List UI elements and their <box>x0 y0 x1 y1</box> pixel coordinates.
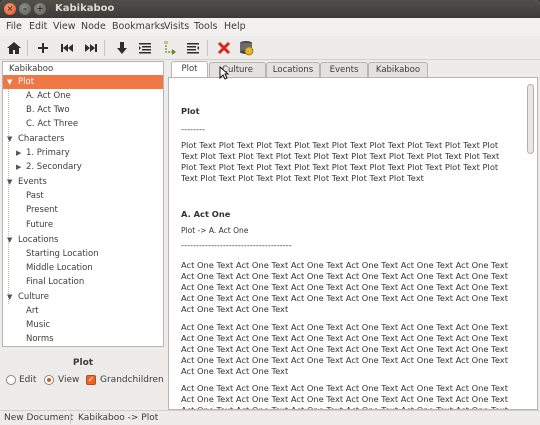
vertical-scrollbar[interactable] <box>527 84 534 404</box>
window-title: Kabikaboo <box>55 3 115 14</box>
doc-paragraph: Act One Text Act One Text Act One Text A… <box>181 383 508 410</box>
tab-events[interactable]: Events <box>320 62 368 78</box>
menu-edit[interactable]: Edit <box>29 21 47 32</box>
status-divider <box>70 413 71 424</box>
tree-item-music[interactable]: Music <box>3 318 163 332</box>
title-bar: × – + Kabikaboo <box>0 0 540 18</box>
current-node-label: Plot <box>72 358 94 368</box>
doc-path: Plot -> A. Act One <box>181 226 249 235</box>
view-radio-label[interactable]: View <box>58 374 79 386</box>
mouse-pointer-icon <box>219 65 230 83</box>
minimize-window-button[interactable]: – <box>19 3 31 15</box>
toolbar-separator <box>104 40 105 56</box>
expander-open-icon[interactable]: ▼ <box>7 290 12 304</box>
menu-visits[interactable]: Visits <box>164 21 189 32</box>
tree-item-act-three[interactable]: C. Act Three <box>3 117 163 131</box>
app-window: × – + Kabikaboo File Edit View Node Book… <box>0 0 540 425</box>
delete-icon[interactable] <box>214 39 234 57</box>
expander-open-icon[interactable]: ▼ <box>7 132 12 146</box>
expander-open-icon[interactable]: ▼ <box>7 233 12 247</box>
tree-item-final-location[interactable]: Final Location <box>3 275 163 289</box>
collapse-icon[interactable] <box>160 39 180 57</box>
add-icon[interactable] <box>33 39 53 57</box>
previous-icon[interactable] <box>57 39 77 57</box>
save-database-icon[interactable] <box>236 39 256 57</box>
tree-item-culture[interactable]: ▼ Culture <box>3 290 163 304</box>
doc-rule: ------------------------------------- <box>181 240 292 250</box>
menu-bar: File Edit View Node Bookmarks Visits Too… <box>0 18 540 36</box>
expander-closed-icon[interactable]: ▶ <box>16 160 21 174</box>
home-icon[interactable] <box>4 39 24 57</box>
tree-item-act-two[interactable]: B. Act Two <box>3 103 163 117</box>
doc-paragraph: Act One Text Act One Text Act One Text A… <box>181 322 508 376</box>
tree-item-root[interactable]: Kabikaboo <box>3 62 163 76</box>
tree-item-art[interactable]: Art <box>3 304 163 318</box>
outdent-icon[interactable] <box>183 39 203 57</box>
move-down-icon[interactable] <box>112 39 132 57</box>
tree-item-act-one[interactable]: A. Act One <box>3 89 163 103</box>
menu-tools[interactable]: Tools <box>194 21 217 32</box>
menu-help[interactable]: Help <box>224 21 246 32</box>
next-icon[interactable] <box>81 39 101 57</box>
tree-item-characters[interactable]: ▼ Characters <box>3 132 163 146</box>
status-document: New Document <box>4 413 74 423</box>
expander-open-icon[interactable]: ▼ <box>7 175 12 189</box>
menu-file[interactable]: File <box>6 21 22 32</box>
menu-bookmarks[interactable]: Bookmarks <box>112 21 165 32</box>
tree-item-present[interactable]: Present <box>3 203 163 217</box>
menu-view[interactable]: View <box>53 21 76 32</box>
edit-radio-label[interactable]: Edit <box>19 374 36 386</box>
grandchildren-checkbox[interactable]: ✓ <box>86 375 96 385</box>
status-bar: New Document Kabikaboo -> Plot <box>0 410 540 425</box>
scrollbar-thumb[interactable] <box>527 84 534 154</box>
node-options-panel: Plot Edit View ✓ Grandchildren <box>2 350 164 410</box>
tree-item-primary[interactable]: ▶ 1. Primary <box>3 146 163 160</box>
tree-item-plot[interactable]: ▼ Plot <box>3 75 163 89</box>
node-tree[interactable]: Kabikaboo ▼ Plot A. Act One B. Act Two C… <box>2 61 164 347</box>
tree-item-starting-location[interactable]: Starting Location <box>3 247 163 261</box>
tab-locations[interactable]: Locations <box>266 62 320 78</box>
tree-item-events[interactable]: ▼ Events <box>3 175 163 189</box>
tree-item-middle-location[interactable]: Middle Location <box>3 261 163 275</box>
maximize-window-button[interactable]: + <box>34 3 46 15</box>
grandchildren-label[interactable]: Grandchildren <box>100 374 164 386</box>
doc-heading-act-one: A. Act One <box>181 209 231 219</box>
expander-closed-icon[interactable]: ▶ <box>16 146 21 160</box>
indent-icon[interactable] <box>135 39 155 57</box>
tree-item-locations[interactable]: ▼ Locations <box>3 233 163 247</box>
doc-paragraph: Act One Text Act One Text Act One Text A… <box>181 260 508 314</box>
menu-node[interactable]: Node <box>81 21 106 32</box>
tree-item-secondary[interactable]: ▶ 2. Secondary <box>3 160 163 174</box>
tree-item-future[interactable]: Future <box>3 218 163 232</box>
tab-culture[interactable]: Culture <box>209 62 266 78</box>
tab-kabikaboo[interactable]: Kabikaboo <box>368 62 428 78</box>
status-path: Kabikaboo -> Plot <box>78 413 159 423</box>
edit-radio[interactable] <box>6 375 16 385</box>
doc-heading-plot: Plot <box>181 106 200 116</box>
tab-plot[interactable]: Plot <box>171 61 208 78</box>
expander-open-icon[interactable]: ▼ <box>7 75 12 89</box>
close-window-button[interactable]: × <box>4 3 16 15</box>
document-view[interactable]: Plot -------- Plot Text Plot Text Plot T… <box>168 77 538 410</box>
toolbar <box>0 36 540 60</box>
toolbar-separator <box>27 40 28 56</box>
doc-rule: -------- <box>181 124 205 134</box>
tree-item-norms[interactable]: Norms <box>3 332 163 346</box>
toolbar-separator <box>207 40 208 56</box>
tree-item-past[interactable]: Past <box>3 189 163 203</box>
doc-paragraph: Plot Text Plot Text Plot Text Plot Text … <box>181 140 500 183</box>
view-radio[interactable] <box>44 375 54 385</box>
